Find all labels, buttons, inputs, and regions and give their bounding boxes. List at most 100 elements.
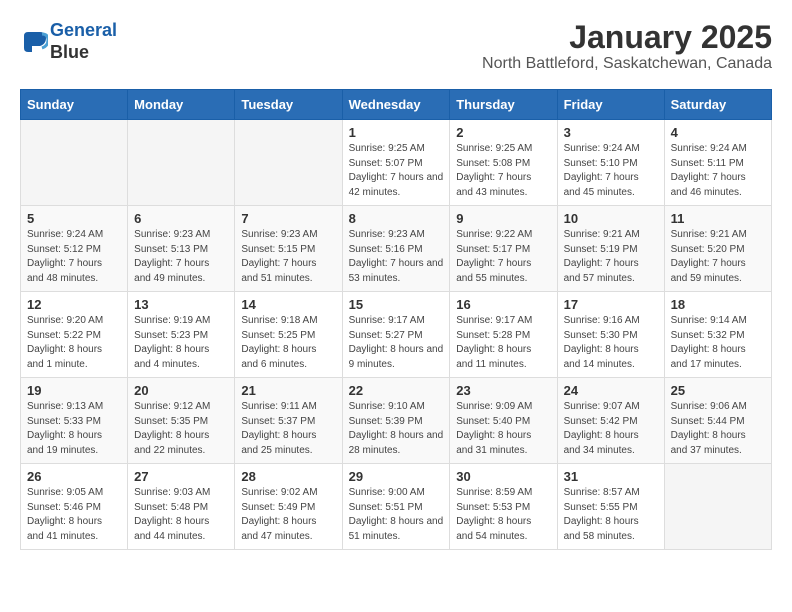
weekday-header: Monday — [128, 90, 235, 120]
day-info: Sunrise: 9:09 AM Sunset: 5:40 PM Dayligh… — [456, 400, 550, 458]
calendar-cell: 28Sunrise: 9:02 AM Sunset: 5:49 PM Dayli… — [235, 464, 342, 550]
calendar-cell: 31 Sunrise: 8:57 AM Sunset: 5:55 PM Dayli… — [557, 464, 664, 550]
calendar-cell: 3 Sunrise: 9:24 AM Sunset: 5:10 PM Daylig… — [557, 120, 664, 206]
weekday-header: Tuesday — [235, 90, 342, 120]
day-info: Sunrise: 9:25 AM Sunset: 5:08 PM Dayligh… — [456, 142, 550, 200]
weekday-header: Wednesday — [342, 90, 450, 120]
day-info: Sunrise: 8:57 AM Sunset: 5:55 PM Dayligh… — [564, 486, 658, 544]
day-info: Sunrise: 9:21 AM Sunset: 5:19 PM Dayligh… — [564, 228, 658, 286]
logo-line1: General — [50, 20, 117, 40]
calendar-table: SundayMondayTuesdayWednesdayThursdayFrid… — [20, 89, 772, 550]
day-number: 26 — [27, 469, 121, 484]
title-block: January 2025 North Battleford, Saskatche… — [482, 20, 772, 73]
calendar-week-row: 5 Sunrise: 9:24 AM Sunset: 5:12 PM Daylig… — [21, 206, 772, 292]
day-number: 23 — [456, 383, 550, 398]
day-info: Sunrise: 9:21 AM Sunset: 5:20 PM Dayligh… — [671, 228, 765, 286]
calendar-cell: 20Sunrise: 9:12 AM Sunset: 5:35 PM Dayli… — [128, 378, 235, 464]
day-info: Sunrise: 9:03 AM Sunset: 5:48 PM Dayligh… — [134, 486, 228, 544]
day-info: Sunrise: 9:24 AM Sunset: 5:10 PM Dayligh… — [564, 142, 658, 200]
day-info: Sunrise: 9:24 AM Sunset: 5:11 PM Dayligh… — [671, 142, 765, 200]
day-number: 29 — [349, 469, 444, 484]
page-subtitle: North Battleford, Saskatchewan, Canada — [482, 55, 772, 73]
day-number: 27 — [134, 469, 228, 484]
calendar-cell: 5 Sunrise: 9:24 AM Sunset: 5:12 PM Daylig… — [21, 206, 128, 292]
day-number: 12 — [27, 297, 121, 312]
day-info: Sunrise: 9:02 AM Sunset: 5:49 PM Dayligh… — [241, 486, 335, 544]
day-number: 3 — [564, 125, 658, 140]
day-info: Sunrise: 9:19 AM Sunset: 5:23 PM Dayligh… — [134, 314, 228, 372]
day-info: Sunrise: 9:22 AM Sunset: 5:17 PM Dayligh… — [456, 228, 550, 286]
day-info: Sunrise: 9:07 AM Sunset: 5:42 PM Dayligh… — [564, 400, 658, 458]
calendar-cell: 24Sunrise: 9:07 AM Sunset: 5:42 PM Dayli… — [557, 378, 664, 464]
day-number: 6 — [134, 211, 228, 226]
calendar-cell: 21 Sunrise: 9:11 AM Sunset: 5:37 PM Dayli… — [235, 378, 342, 464]
day-number: 5 — [27, 211, 121, 226]
calendar-cell: 1Sunrise: 9:25 AM Sunset: 5:07 PM Daylig… — [342, 120, 450, 206]
calendar-week-row: 1Sunrise: 9:25 AM Sunset: 5:07 PM Daylig… — [21, 120, 772, 206]
calendar-cell: 22Sunrise: 9:10 AM Sunset: 5:39 PM Dayli… — [342, 378, 450, 464]
day-info: Sunrise: 9:05 AM Sunset: 5:46 PM Dayligh… — [27, 486, 121, 544]
day-number: 2 — [456, 125, 550, 140]
calendar-cell: 6 Sunrise: 9:23 AM Sunset: 5:13 PM Daylig… — [128, 206, 235, 292]
day-info: Sunrise: 9:24 AM Sunset: 5:12 PM Dayligh… — [27, 228, 121, 286]
day-number: 4 — [671, 125, 765, 140]
day-info: Sunrise: 9:18 AM Sunset: 5:25 PM Dayligh… — [241, 314, 335, 372]
calendar-cell: 13 Sunrise: 9:19 AM Sunset: 5:23 PM Dayli… — [128, 292, 235, 378]
calendar-week-row: 19 Sunrise: 9:13 AM Sunset: 5:33 PM Dayli… — [21, 378, 772, 464]
day-info: Sunrise: 9:17 AM Sunset: 5:28 PM Dayligh… — [456, 314, 550, 372]
calendar-header-row: SundayMondayTuesdayWednesdayThursdayFrid… — [21, 90, 772, 120]
day-number: 13 — [134, 297, 228, 312]
day-number: 21 — [241, 383, 335, 398]
logo-icon — [20, 28, 48, 56]
calendar-cell — [235, 120, 342, 206]
day-number: 25 — [671, 383, 765, 398]
calendar-cell: 14 Sunrise: 9:18 AM Sunset: 5:25 PM Dayli… — [235, 292, 342, 378]
page-title: January 2025 — [482, 20, 772, 55]
calendar-cell: 26 Sunrise: 9:05 AM Sunset: 5:46 PM Dayli… — [21, 464, 128, 550]
calendar-cell: 25 Sunrise: 9:06 AM Sunset: 5:44 PM Dayli… — [664, 378, 771, 464]
day-number: 14 — [241, 297, 335, 312]
day-number: 30 — [456, 469, 550, 484]
calendar-cell: 16 Sunrise: 9:17 AM Sunset: 5:28 PM Dayli… — [450, 292, 557, 378]
day-info: Sunrise: 9:11 AM Sunset: 5:37 PM Dayligh… — [241, 400, 335, 458]
calendar-cell — [664, 464, 771, 550]
calendar-cell: 7 Sunrise: 9:23 AM Sunset: 5:15 PM Daylig… — [235, 206, 342, 292]
logo-text: General Blue — [50, 20, 117, 63]
day-info: Sunrise: 9:13 AM Sunset: 5:33 PM Dayligh… — [27, 400, 121, 458]
day-number: 22 — [349, 383, 444, 398]
calendar-week-row: 26 Sunrise: 9:05 AM Sunset: 5:46 PM Dayli… — [21, 464, 772, 550]
day-info: Sunrise: 9:14 AM Sunset: 5:32 PM Dayligh… — [671, 314, 765, 372]
day-info: Sunrise: 9:25 AM Sunset: 5:07 PM Dayligh… — [349, 142, 444, 200]
calendar-cell: 17Sunrise: 9:16 AM Sunset: 5:30 PM Dayli… — [557, 292, 664, 378]
page-header: General Blue January 2025 North Battlefo… — [20, 20, 772, 73]
day-info: Sunrise: 9:23 AM Sunset: 5:15 PM Dayligh… — [241, 228, 335, 286]
weekday-header: Saturday — [664, 90, 771, 120]
day-number: 19 — [27, 383, 121, 398]
day-number: 16 — [456, 297, 550, 312]
calendar-cell — [21, 120, 128, 206]
day-number: 31 — [564, 469, 658, 484]
calendar-cell: 30Sunrise: 8:59 AM Sunset: 5:53 PM Dayli… — [450, 464, 557, 550]
day-info: Sunrise: 9:06 AM Sunset: 5:44 PM Dayligh… — [671, 400, 765, 458]
calendar-cell: 23 Sunrise: 9:09 AM Sunset: 5:40 PM Dayli… — [450, 378, 557, 464]
calendar-cell: 11 Sunrise: 9:21 AM Sunset: 5:20 PM Dayli… — [664, 206, 771, 292]
calendar-cell: 15 Sunrise: 9:17 AM Sunset: 5:27 PM Dayli… — [342, 292, 450, 378]
day-info: Sunrise: 9:23 AM Sunset: 5:13 PM Dayligh… — [134, 228, 228, 286]
day-number: 20 — [134, 383, 228, 398]
day-number: 7 — [241, 211, 335, 226]
day-info: Sunrise: 9:17 AM Sunset: 5:27 PM Dayligh… — [349, 314, 444, 372]
day-number: 18 — [671, 297, 765, 312]
calendar-cell: 18 Sunrise: 9:14 AM Sunset: 5:32 PM Dayli… — [664, 292, 771, 378]
day-info: Sunrise: 9:00 AM Sunset: 5:51 PM Dayligh… — [349, 486, 444, 544]
calendar-cell: 9Sunrise: 9:22 AM Sunset: 5:17 PM Daylig… — [450, 206, 557, 292]
calendar-week-row: 12 Sunrise: 9:20 AM Sunset: 5:22 PM Dayli… — [21, 292, 772, 378]
day-number: 11 — [671, 211, 765, 226]
day-number: 15 — [349, 297, 444, 312]
day-info: Sunrise: 9:20 AM Sunset: 5:22 PM Dayligh… — [27, 314, 121, 372]
calendar-cell: 8Sunrise: 9:23 AM Sunset: 5:16 PM Daylig… — [342, 206, 450, 292]
calendar-cell: 12 Sunrise: 9:20 AM Sunset: 5:22 PM Dayli… — [21, 292, 128, 378]
calendar-cell: 27 Sunrise: 9:03 AM Sunset: 5:48 PM Dayli… — [128, 464, 235, 550]
day-number: 8 — [349, 211, 444, 226]
weekday-header: Sunday — [21, 90, 128, 120]
calendar-cell: 2 Sunrise: 9:25 AM Sunset: 5:08 PM Daylig… — [450, 120, 557, 206]
